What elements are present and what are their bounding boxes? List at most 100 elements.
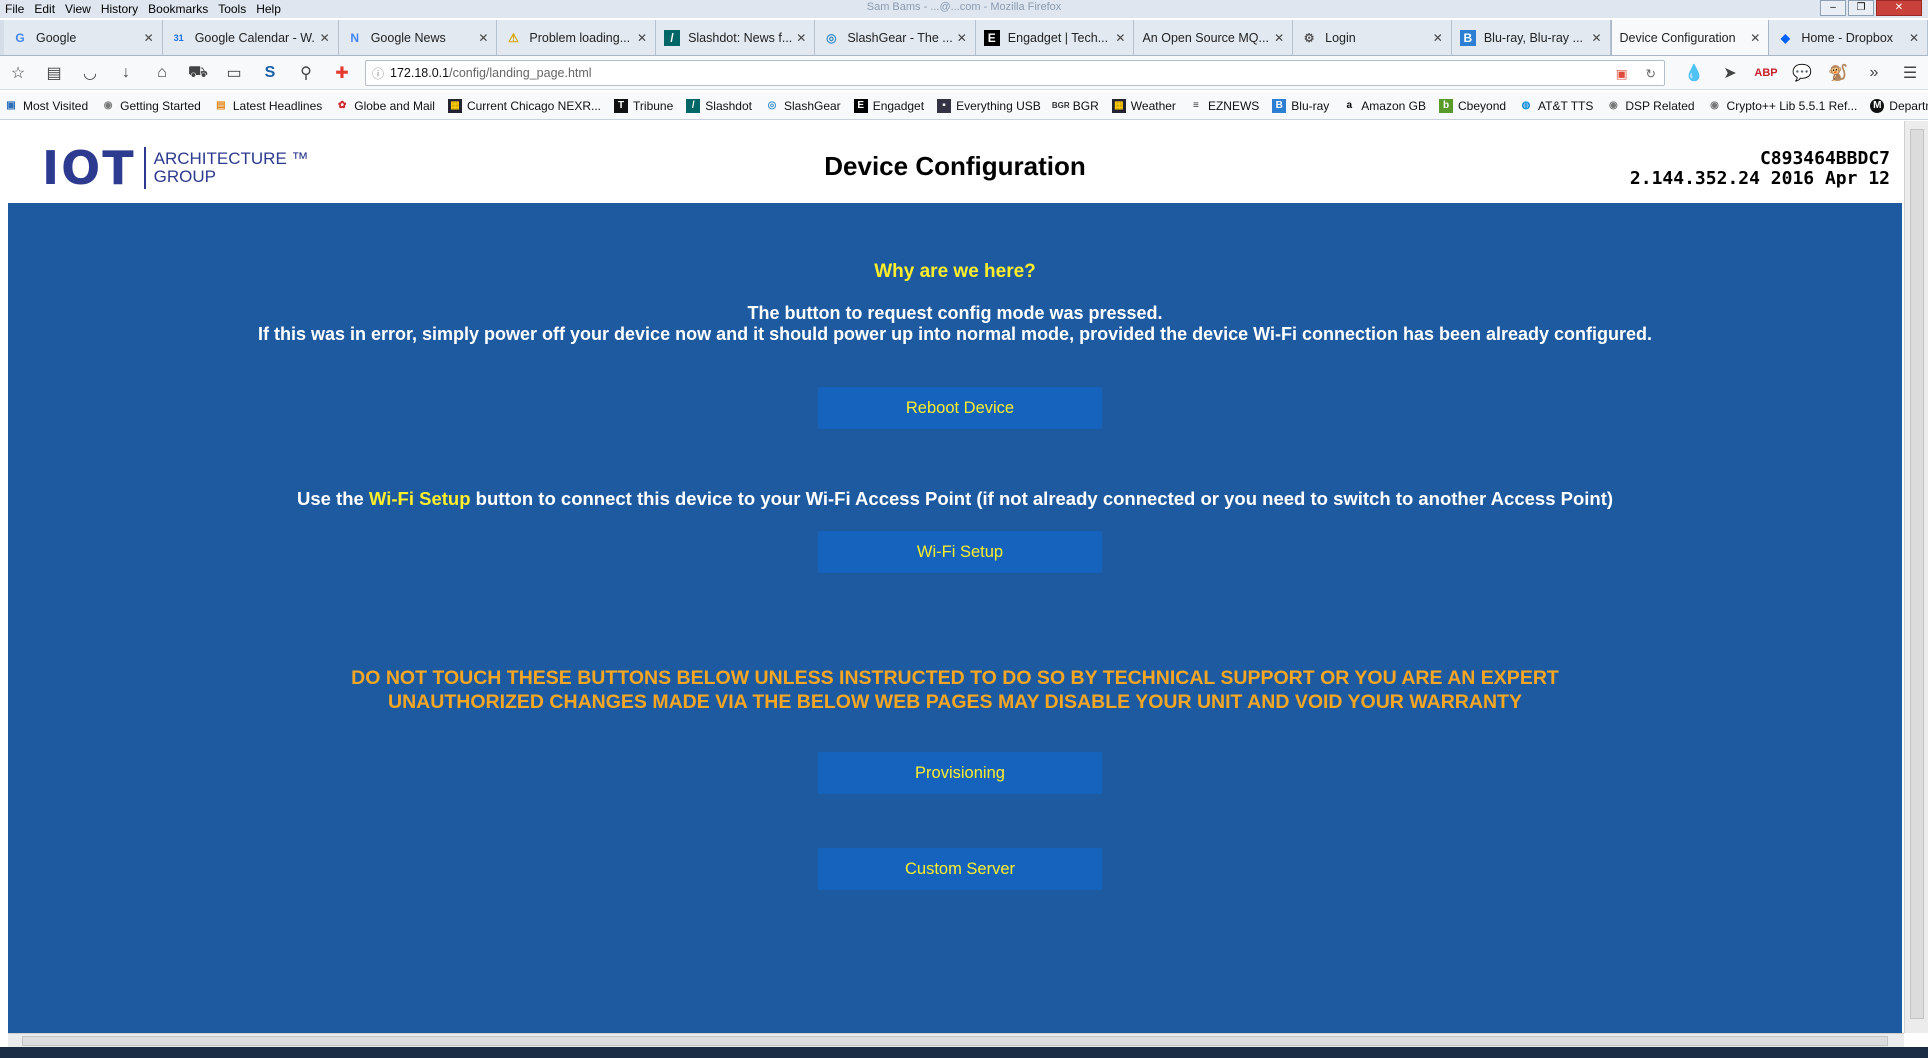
menu-view[interactable]: View [60, 2, 96, 16]
sync-icon[interactable]: ⛟ [180, 59, 216, 87]
close-tab-icon[interactable]: ✕ [1115, 31, 1125, 45]
slashdot-icon: / [686, 98, 701, 113]
close-tab-icon[interactable]: ✕ [957, 31, 967, 45]
bookmark-label: Crypto++ Lib 5.5.1 Ref... [1726, 98, 1858, 113]
clipboard-icon[interactable]: ▤ [36, 59, 72, 87]
reboot-device-button[interactable]: Reboot Device [818, 387, 1102, 429]
bluray-icon: B [1459, 29, 1476, 46]
reload-icon[interactable]: ↻ [1638, 66, 1664, 81]
custom-server-button[interactable]: Custom Server [818, 848, 1102, 890]
tab-engadget[interactable]: E Engadget | Tech... ✕ [975, 20, 1135, 55]
close-tab-icon[interactable]: ✕ [796, 31, 806, 45]
close-tab-icon[interactable]: ✕ [637, 31, 647, 45]
close-window-icon[interactable]: ✕ [1876, 0, 1922, 16]
close-tab-icon[interactable]: ✕ [1909, 31, 1919, 45]
tab-google-calendar[interactable]: 31 Google Calendar - W... ✕ [162, 20, 339, 55]
tab-slashgear[interactable]: ◎ SlashGear - The ... ✕ [815, 20, 976, 55]
address-bar[interactable]: ⓘ 172.18.0.1/config/landing_page.html ▣ … [365, 60, 1665, 86]
bookmark-item[interactable]: ▣ Most Visited [0, 99, 88, 113]
download-icon[interactable]: ↓ [108, 59, 144, 87]
bookmark-item[interactable]: ◉ Crypto++ Lib 5.5.1 Ref... [1704, 98, 1858, 113]
tab-mq[interactable]: An Open Source MQ... ✕ [1134, 20, 1294, 55]
tab-label: An Open Source MQ... [1142, 30, 1269, 45]
tab-slashdot[interactable]: / Slashdot: News f... ✕ [656, 20, 816, 55]
bookmark-label: Blu-ray [1291, 98, 1330, 113]
close-tab-icon[interactable]: ✕ [1750, 31, 1760, 45]
menu-help[interactable]: Help [251, 2, 286, 16]
bookmark-item[interactable]: T Tribune [610, 98, 673, 113]
bookmark-item[interactable]: / Slashdot [682, 98, 752, 113]
info-icon[interactable]: ⓘ [366, 65, 390, 82]
bookmark-item[interactable]: ▪ Everything USB [933, 98, 1041, 113]
menu-file[interactable]: File [0, 2, 29, 16]
dropbox-icon: ◆ [1780, 30, 1790, 45]
most-visited-icon: ▣ [6, 100, 16, 111]
chat-icon[interactable]: 💬 [1784, 59, 1820, 87]
tab-google[interactable]: G Google ✕ [4, 20, 163, 55]
bookmark-label: Slashdot [705, 98, 752, 113]
tab-problem-loading[interactable]: ⚠ Problem loading... ✕ [497, 20, 657, 55]
close-tab-icon[interactable]: ✕ [144, 31, 154, 45]
extension-icon[interactable]: ⚲ [288, 59, 324, 87]
minimize-icon[interactable]: – [1820, 0, 1846, 16]
close-tab-icon[interactable]: ✕ [320, 31, 330, 45]
window-icon[interactable]: ▭ [216, 59, 252, 87]
greasemonkey-icon[interactable]: 🐒 [1820, 59, 1856, 87]
close-tab-icon[interactable]: ✕ [1591, 31, 1601, 45]
bookmark-item[interactable]: ✿ Globe and Mail [331, 99, 435, 113]
bookmark-star-icon[interactable]: ☆ [0, 59, 36, 87]
tab-dropbox[interactable]: ◆ Home - Dropbox ✕ [1769, 20, 1928, 55]
rss-icon: ▤ [216, 100, 226, 111]
bookmark-item[interactable]: ◉ Getting Started [97, 99, 201, 113]
tab-strip: G Google ✕ 31 Google Calendar - W... ✕ N Goog… [0, 20, 1928, 56]
bookmark-label: Cbeyond [1458, 98, 1507, 113]
plus-addon-icon[interactable]: ✚ [324, 59, 360, 87]
provisioning-button[interactable]: Provisioning [818, 752, 1102, 794]
bookmark-item[interactable]: B Blu-ray [1268, 98, 1330, 113]
addon-badge-icon[interactable]: ▣ [1606, 66, 1638, 81]
bookmark-item[interactable]: M Department-Parts Mot... [1866, 98, 1928, 113]
close-tab-icon[interactable]: ✕ [478, 31, 488, 45]
bgr-icon: BGR [1051, 101, 1070, 110]
menu-tools[interactable]: Tools [213, 2, 251, 16]
menu-history[interactable]: History [96, 2, 143, 16]
tab-google-news[interactable]: N Google News ✕ [338, 20, 498, 55]
pocket-icon[interactable]: ◡ [72, 59, 108, 87]
tab-label: Device Configuration [1619, 30, 1736, 45]
bookmark-item[interactable]: ▦ Current Chicago NEXR... [444, 98, 601, 113]
bookmark-item[interactable]: ◍ AT&T TTS [1515, 99, 1594, 113]
send-icon[interactable]: ➤ [1712, 59, 1748, 87]
bookmark-item[interactable]: ◎ SlashGear [761, 99, 841, 113]
home-icon[interactable]: ⌂ [144, 59, 180, 87]
tab-device-configuration[interactable]: Device Configuration ✕ [1610, 20, 1770, 55]
firefox-icon: ◉ [103, 100, 113, 111]
close-tab-icon[interactable]: ✕ [1274, 31, 1284, 45]
vertical-scroll-thumb[interactable] [1910, 129, 1924, 1019]
hamburger-menu-icon[interactable]: ☰ [1892, 59, 1928, 87]
menu-edit[interactable]: Edit [29, 2, 60, 16]
horizontal-scroll-thumb[interactable] [22, 1036, 1888, 1046]
overflow-icon[interactable]: » [1856, 59, 1892, 87]
menu-bookmarks[interactable]: Bookmarks [143, 2, 213, 16]
s-addon-icon[interactable]: S [252, 59, 288, 87]
bookmark-item[interactable]: ◉ DSP Related [1602, 99, 1695, 113]
restore-icon[interactable]: ❐ [1848, 0, 1874, 16]
wifi-setup-button[interactable]: Wi-Fi Setup [818, 531, 1102, 573]
vertical-scrollbar[interactable] [1904, 121, 1928, 1033]
bookmark-item[interactable]: ▦ Weather [1108, 98, 1176, 113]
bookmark-item[interactable]: ▤ Latest Headlines [210, 99, 322, 113]
droplet-icon[interactable]: 💧 [1676, 59, 1712, 87]
adblock-icon[interactable]: ABP [1748, 59, 1784, 87]
horizontal-scrollbar[interactable] [8, 1033, 1904, 1047]
bookmark-item[interactable]: ≡ EZNEWS [1185, 99, 1259, 113]
bluray-icon: B [1272, 98, 1287, 113]
bookmark-item[interactable]: a Amazon GB [1338, 99, 1426, 113]
tab-label: Google [36, 30, 77, 45]
close-tab-icon[interactable]: ✕ [1433, 31, 1443, 45]
tab-login[interactable]: ⚙ Login ✕ [1293, 20, 1452, 55]
bookmark-item[interactable]: b Cbeyond [1435, 98, 1507, 113]
bookmark-item[interactable]: BGR BGR [1050, 99, 1099, 113]
maple-leaf-icon: ✿ [338, 100, 347, 111]
bookmark-item[interactable]: E Engadget [850, 98, 924, 113]
tab-bluray[interactable]: B Blu-ray, Blu-ray ... ✕ [1451, 20, 1611, 55]
